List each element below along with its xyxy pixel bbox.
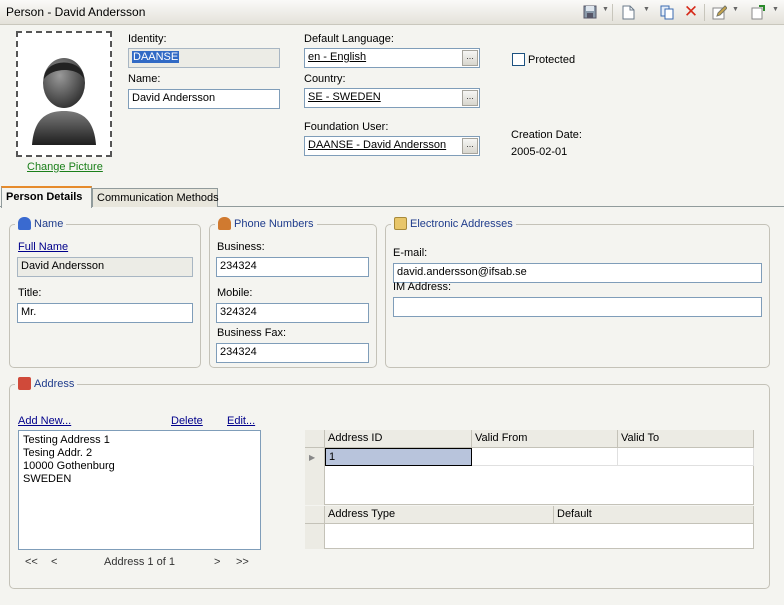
grid-corner	[305, 430, 325, 448]
address-line: Tesing Addr. 2	[23, 447, 93, 459]
foundation-user-lov-button[interactable]: ...	[462, 138, 478, 154]
new-dropdown-icon[interactable]: ▼	[643, 6, 650, 13]
person-photo[interactable]	[16, 31, 112, 157]
address-group-title: Address	[15, 377, 78, 390]
current-row-arrow-icon: ▶	[309, 453, 316, 462]
window-titlebar: Person - David Andersson ▼ ▼ ✕ ▼ ▼	[0, 0, 784, 25]
tab-communication-methods[interactable]: Communication Methods	[92, 188, 219, 207]
phone-group-title-text: Phone Numbers	[234, 217, 314, 230]
name-field[interactable]: David Andersson	[128, 89, 280, 109]
toolbar-separator	[704, 4, 705, 21]
attachment-icon[interactable]	[750, 4, 766, 20]
electronic-addresses-group	[385, 224, 770, 368]
full-name-field[interactable]: David Andersson	[17, 257, 193, 277]
business-fax-field[interactable]: 234324	[216, 343, 369, 363]
electronic-group-title: Electronic Addresses	[391, 217, 516, 230]
address-group-title-text: Address	[34, 377, 75, 390]
address-line: 10000 Gothenburg	[23, 460, 115, 472]
protected-checkbox[interactable]	[512, 53, 525, 66]
delete-address-link[interactable]: Delete	[171, 415, 203, 427]
person-silhouette-icon	[32, 58, 96, 145]
person-icon	[18, 217, 31, 230]
country-field[interactable]: SE - SWEDEN ...	[304, 88, 480, 108]
new-document-icon[interactable]	[620, 4, 636, 20]
save-dropdown-icon[interactable]: ▼	[602, 6, 609, 13]
identity-label: Identity:	[128, 33, 167, 45]
column-header-valid-to[interactable]: Valid To	[618, 430, 754, 448]
column-header-address-id[interactable]: Address ID	[325, 430, 472, 448]
name-group-title: Name	[15, 217, 67, 230]
email-label: E-mail:	[393, 247, 428, 259]
envelope-icon	[394, 217, 407, 230]
business-phone-field[interactable]: 234324	[216, 257, 369, 277]
mobile-label: Mobile:	[217, 287, 253, 299]
default-language-label: Default Language:	[304, 33, 394, 45]
business-label: Business:	[217, 241, 265, 253]
phone-group-title: Phone Numbers	[215, 217, 317, 230]
column-header-default[interactable]: Default	[554, 506, 754, 524]
identity-field[interactable]: DAANSE	[128, 48, 280, 68]
mobile-phone-field[interactable]: 324324	[216, 303, 369, 323]
edit-dropdown-icon[interactable]: ▼	[732, 6, 739, 13]
edit-address-link[interactable]: Edit...	[227, 415, 255, 427]
country-label: Country:	[304, 73, 346, 85]
next-address-button[interactable]: >	[214, 556, 220, 568]
business-fax-label: Business Fax:	[217, 327, 287, 339]
default-language-field[interactable]: en - English ...	[304, 48, 480, 68]
electronic-group-title-text: Electronic Addresses	[410, 217, 513, 230]
previous-address-button[interactable]: <	[51, 556, 57, 568]
title-label: Title:	[18, 287, 42, 299]
add-new-address-link[interactable]: Add New...	[18, 415, 71, 427]
creation-date-value: 2005-02-01	[511, 146, 568, 158]
name-group-title-text: Name	[34, 217, 64, 230]
im-address-field[interactable]	[393, 297, 762, 317]
foundation-user-label: Foundation User:	[304, 121, 389, 133]
im-address-label: IM Address:	[393, 281, 452, 293]
identity-value: DAANSE	[132, 51, 180, 63]
grid-cell-valid-to[interactable]	[618, 448, 754, 466]
column-header-valid-from[interactable]: Valid From	[472, 430, 618, 448]
first-address-button[interactable]: <<	[25, 556, 38, 568]
last-address-button[interactable]: >>	[236, 556, 249, 568]
creation-date-label: Creation Date:	[511, 129, 582, 141]
default-language-value: en - English	[308, 51, 367, 63]
country-lov-button[interactable]: ...	[462, 90, 478, 106]
email-field[interactable]: david.andersson@ifsab.se	[393, 263, 762, 283]
toolbar-separator	[612, 4, 613, 21]
copy-icon[interactable]	[659, 4, 675, 20]
save-icon[interactable]	[582, 4, 598, 20]
column-header-address-type[interactable]: Address Type	[325, 506, 554, 524]
tab-person-details[interactable]: Person Details	[1, 186, 92, 208]
address-nav-status: Address 1 of 1	[104, 556, 175, 568]
address-list[interactable]: Testing Address 1 Tesing Addr. 2 10000 G…	[18, 430, 261, 550]
edit-icon[interactable]	[711, 4, 727, 20]
full-name-link[interactable]: Full Name	[18, 241, 68, 253]
grid-corner	[305, 506, 325, 524]
protected-label: Protected	[528, 54, 576, 66]
name-label: Name:	[128, 73, 161, 85]
default-language-lov-button[interactable]: ...	[462, 50, 478, 66]
country-value: SE - SWEDEN	[308, 91, 381, 103]
house-icon	[18, 377, 31, 390]
delete-icon[interactable]: ✕	[683, 3, 699, 20]
attachment-dropdown-icon[interactable]: ▼	[772, 6, 779, 13]
phone-person-icon	[218, 217, 231, 230]
address-line: SWEDEN	[23, 473, 72, 485]
grid-cell-valid-from[interactable]	[472, 448, 618, 466]
title-field[interactable]: Mr.	[17, 303, 193, 323]
grid-cell-address-id[interactable]: 1	[325, 448, 472, 466]
address-line: Testing Address 1	[23, 434, 110, 446]
foundation-user-value: DAANSE - David Andersson	[308, 139, 447, 151]
change-picture-link[interactable]: Change Picture	[27, 161, 103, 173]
window-title: Person - David Andersson	[6, 5, 146, 19]
foundation-user-field[interactable]: DAANSE - David Andersson ...	[304, 136, 480, 156]
